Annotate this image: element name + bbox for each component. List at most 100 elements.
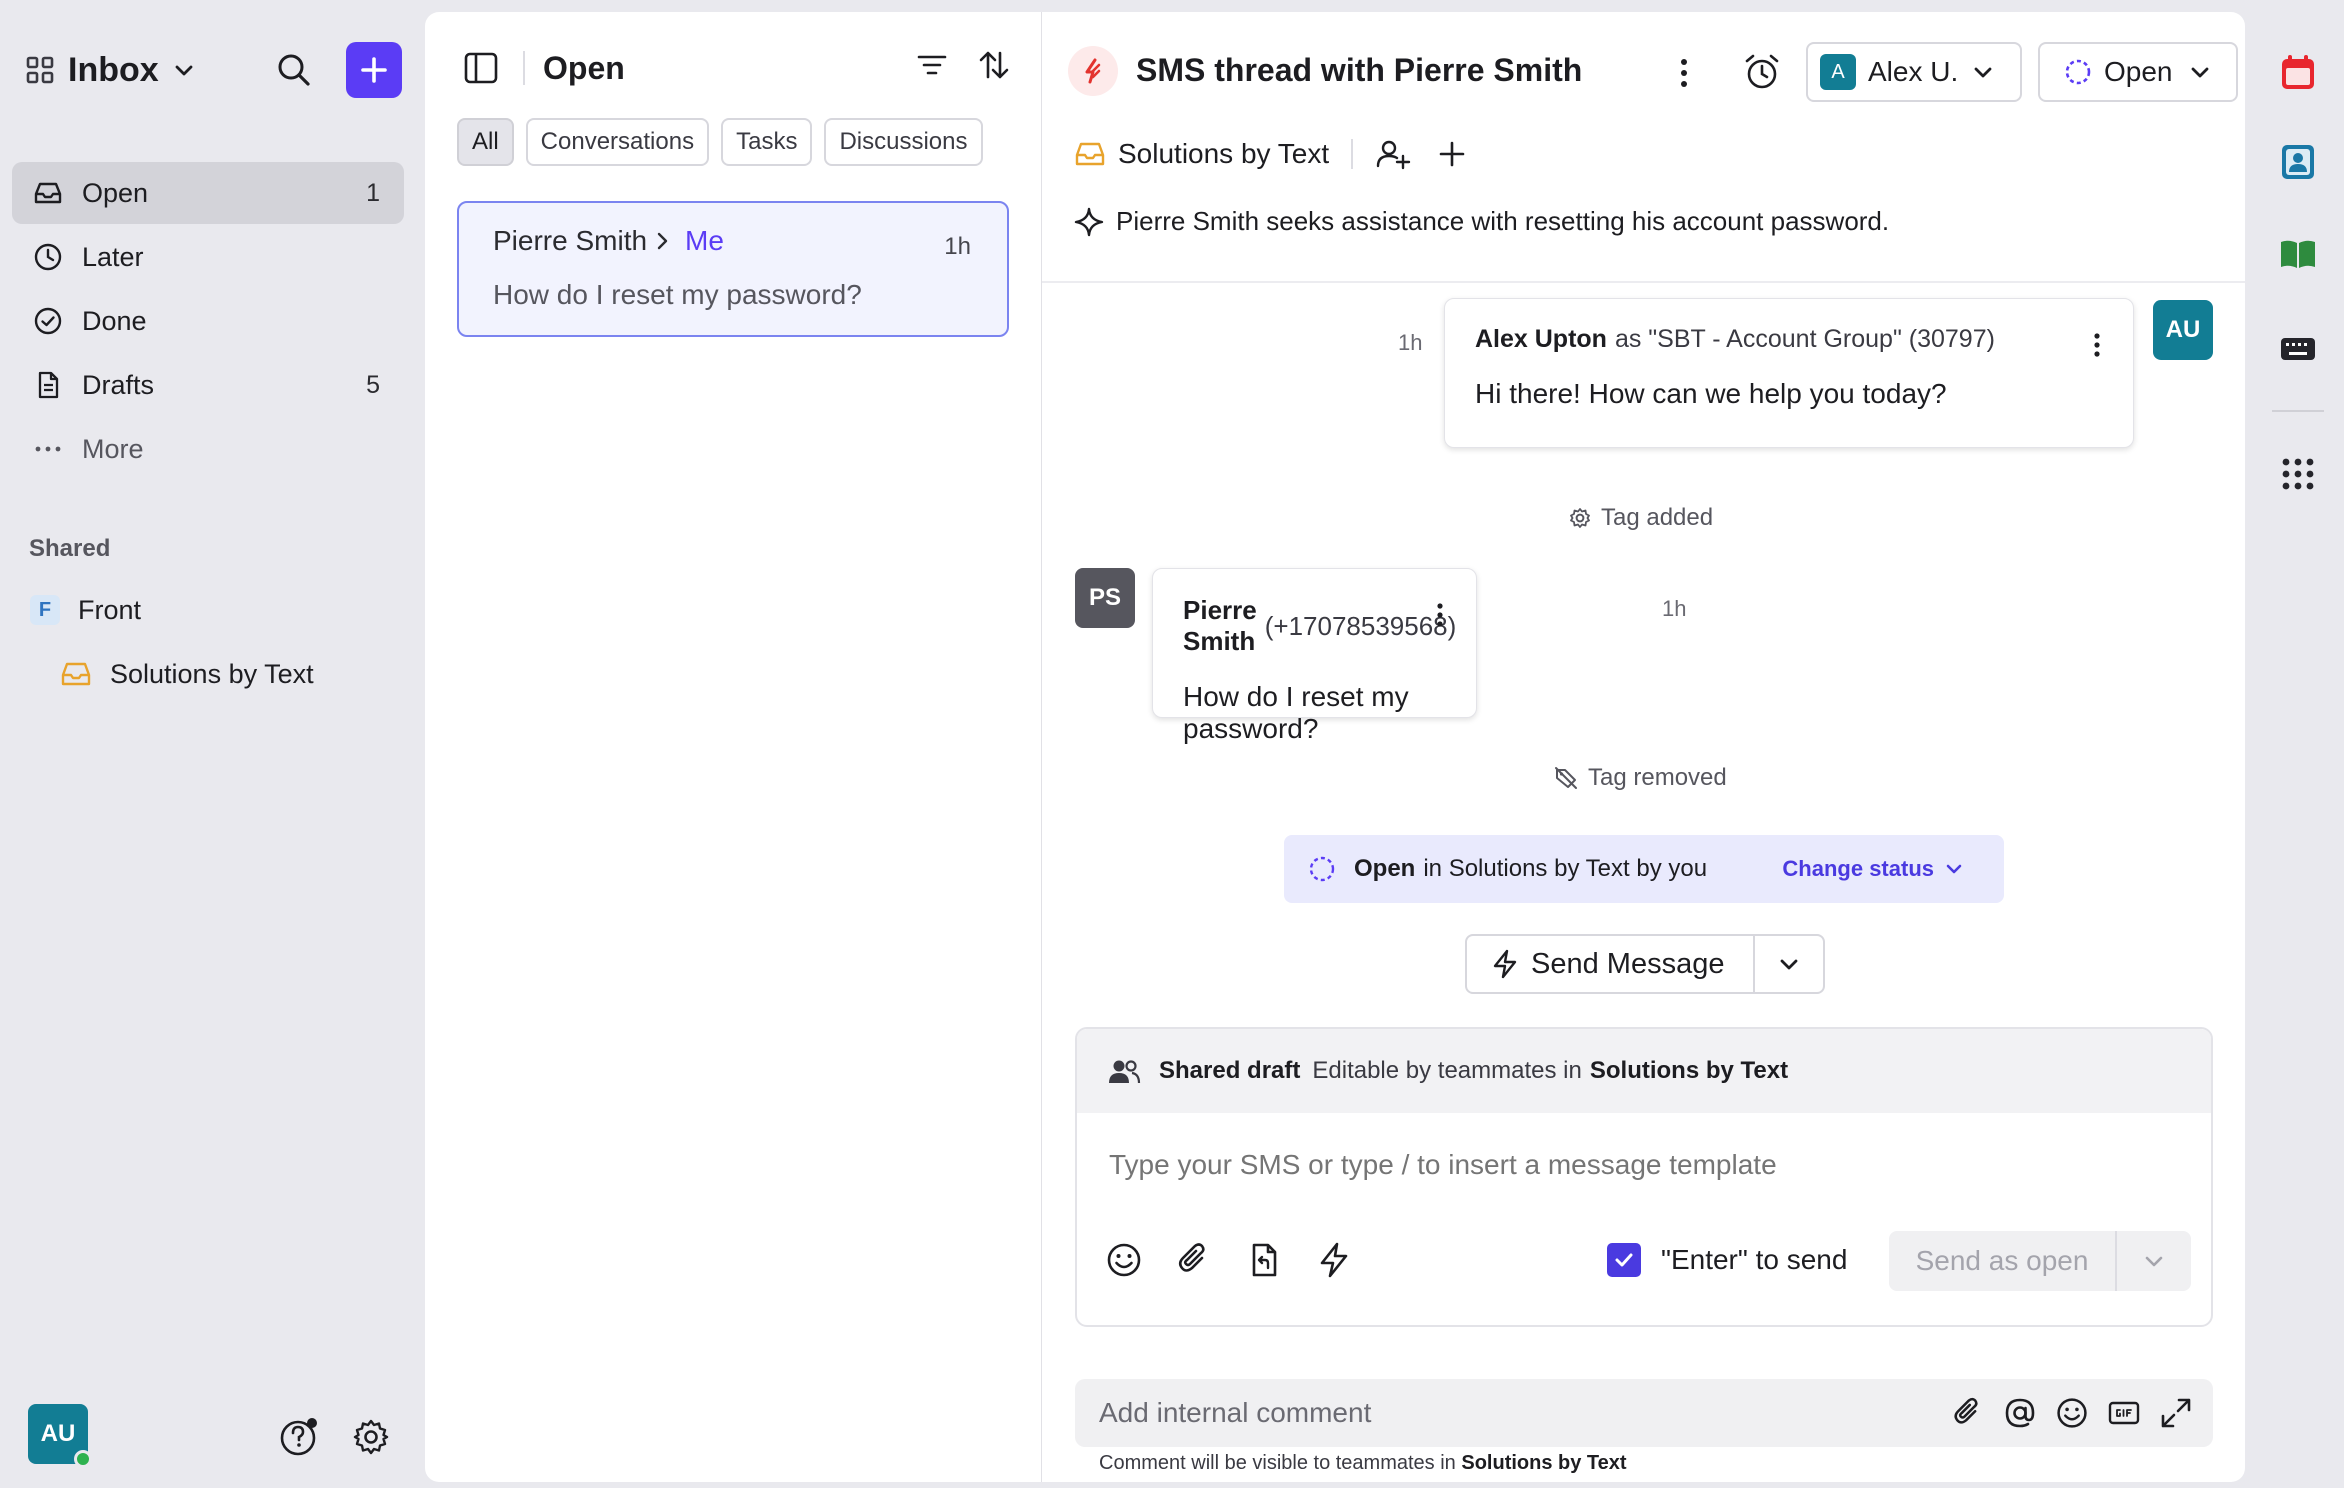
filter-chip-tasks[interactable]: Tasks xyxy=(721,118,813,166)
contact-card-icon xyxy=(2282,145,2314,179)
editable-by-text: Editable by teammates in xyxy=(1312,1057,1582,1084)
shortcut-button[interactable] xyxy=(1315,1241,1353,1279)
calendar-app-button[interactable] xyxy=(2276,50,2320,94)
filter-chip-all[interactable]: All xyxy=(457,118,514,166)
emoji-button[interactable] xyxy=(1105,1241,1143,1279)
tag-removed-icon xyxy=(1554,766,1578,790)
avatar[interactable]: AU xyxy=(28,1404,92,1468)
toggle-sidebar-button[interactable] xyxy=(463,51,499,85)
comment-visibility-note: Comment will be visible to teammates in … xyxy=(1099,1452,1627,1475)
filter-chip-conversations[interactable]: Conversations xyxy=(525,118,710,166)
search-button[interactable] xyxy=(274,50,314,90)
open-count: 1 xyxy=(366,178,380,207)
conversation-list-item[interactable]: Pierre Smith Me 1h How do I reset my pas… xyxy=(457,201,1009,337)
change-status-button[interactable]: Change status xyxy=(1782,856,1964,882)
shared-inbox-name: Solutions by Text xyxy=(110,658,314,689)
comment-placeholder: Add internal comment xyxy=(1099,1397,1372,1428)
contacts-app-button[interactable] xyxy=(2276,140,2320,184)
message-options-button[interactable] xyxy=(2091,331,2103,359)
assignee-dropdown[interactable]: A Alex U. xyxy=(1806,42,2022,102)
template-button[interactable] xyxy=(1245,1241,1283,1279)
knowledge-base-app-button[interactable] xyxy=(2276,232,2320,276)
clock-icon xyxy=(32,241,64,273)
kebab-icon xyxy=(1681,59,1687,87)
avatar-initials: AU xyxy=(40,1420,76,1447)
add-tag-button[interactable] xyxy=(1437,139,1467,169)
conversation-preview: How do I reset my password? xyxy=(493,279,862,310)
avatar: AU xyxy=(2153,300,2213,360)
sidebar-item-front[interactable]: F Front xyxy=(30,585,141,635)
send-split-button: Send as open xyxy=(1889,1231,2191,1291)
conversation-to: Me xyxy=(685,225,724,256)
checkbox-checked-icon xyxy=(1607,1243,1641,1277)
assignee-name: Alex U. xyxy=(1868,56,1959,87)
left-sidebar: Inbox Open 1 Later Done Drafts 5 More Sh… xyxy=(0,0,420,1488)
inbox-tag[interactable]: Solutions by Text xyxy=(1118,138,1329,170)
chevron-right-icon xyxy=(655,230,671,252)
chevron-down-icon xyxy=(1972,61,1994,83)
settings-button[interactable] xyxy=(352,1418,390,1456)
people-icon xyxy=(1107,1057,1141,1085)
open-status-icon xyxy=(2064,58,2092,86)
sidebar-nav: Open 1 Later Done Drafts 5 More xyxy=(12,162,404,482)
event-text: Tag added xyxy=(1601,504,1714,531)
comment-emoji-button[interactable] xyxy=(2055,1396,2089,1430)
app-launcher-button[interactable] xyxy=(2276,452,2320,496)
attach-button[interactable] xyxy=(1175,1241,1213,1279)
chevron-down-icon xyxy=(1780,959,1798,970)
sort-button[interactable] xyxy=(977,48,1011,82)
message-sender: Alex Upton xyxy=(1475,325,1607,353)
sidebar-item-drafts[interactable]: Drafts 5 xyxy=(12,354,404,416)
more-options-button[interactable] xyxy=(1676,56,1692,90)
gif-button[interactable] xyxy=(2107,1396,2141,1430)
filter-button[interactable] xyxy=(915,48,949,82)
list-title: Open xyxy=(543,49,625,86)
message-bubble-outgoing: Alex Upton as "SBT - Account Group" (307… xyxy=(1444,298,2134,448)
keyboard-shortcuts-button[interactable] xyxy=(2276,326,2320,370)
message-sender-detail: as "SBT - Account Group" (30797) xyxy=(1614,325,1995,353)
message-input[interactable] xyxy=(1109,1149,2169,1181)
ai-summary-text: Pierre Smith seeks assistance with reset… xyxy=(1116,206,1890,236)
alarm-clock-icon xyxy=(1745,54,1779,89)
inbox-switcher[interactable]: Inbox xyxy=(26,51,195,90)
expand-button[interactable] xyxy=(2159,1396,2193,1430)
enter-to-send-toggle[interactable]: "Enter" to send xyxy=(1607,1243,1847,1277)
paperclip-icon xyxy=(1178,1243,1205,1272)
send-options-button[interactable] xyxy=(2117,1250,2191,1272)
event-tag-added: Tag added xyxy=(1569,504,1713,532)
sidebar-item-done[interactable]: Done xyxy=(12,290,404,352)
chevron-down-icon xyxy=(2189,61,2211,83)
message-header: Pierre Smith (+17078539568) xyxy=(1183,595,1456,657)
send-message-options-button[interactable] xyxy=(1755,953,1823,975)
chevron-down-icon xyxy=(173,59,195,81)
filter-chip-discussions[interactable]: Discussions xyxy=(824,118,983,166)
avatar: PS xyxy=(1075,568,1135,628)
send-message-split-button: Send Message xyxy=(1465,934,1825,994)
sidebar-item-solutions-by-text[interactable]: Solutions by Text xyxy=(60,649,314,699)
document-icon xyxy=(32,369,64,401)
check-circle-icon xyxy=(32,305,64,337)
at-sign-icon xyxy=(2005,1398,2035,1428)
divider xyxy=(1351,139,1354,169)
sidebar-item-later[interactable]: Later xyxy=(12,226,404,288)
sidebar-item-more[interactable]: More xyxy=(12,418,404,480)
send-message-button[interactable]: Send Message xyxy=(1467,936,1755,992)
comment-attach-button[interactable] xyxy=(1951,1396,1985,1430)
mention-button[interactable] xyxy=(2003,1396,2037,1430)
divider xyxy=(1042,281,2245,283)
send-as-open-button[interactable]: Send as open xyxy=(1889,1231,2117,1291)
message-body: Hi there! How can we help you today? xyxy=(1475,378,1947,409)
add-participant-button[interactable] xyxy=(1375,138,1411,170)
compose-button[interactable] xyxy=(346,42,402,98)
help-button[interactable] xyxy=(278,1416,320,1458)
sort-icon xyxy=(979,51,1009,79)
sidebar-header: Inbox xyxy=(26,40,402,100)
message-options-button[interactable] xyxy=(1434,601,1446,629)
sidebar-item-open[interactable]: Open 1 xyxy=(12,162,404,224)
status-dropdown[interactable]: Open xyxy=(2038,42,2238,102)
internal-comment-box[interactable]: Add internal comment xyxy=(1075,1379,2213,1447)
inbox-tray-icon xyxy=(1074,140,1106,168)
snooze-button[interactable] xyxy=(1742,52,1782,92)
inbox-tray-icon xyxy=(60,660,92,688)
editable-by-inbox: Solutions by Text xyxy=(1589,1057,1789,1084)
